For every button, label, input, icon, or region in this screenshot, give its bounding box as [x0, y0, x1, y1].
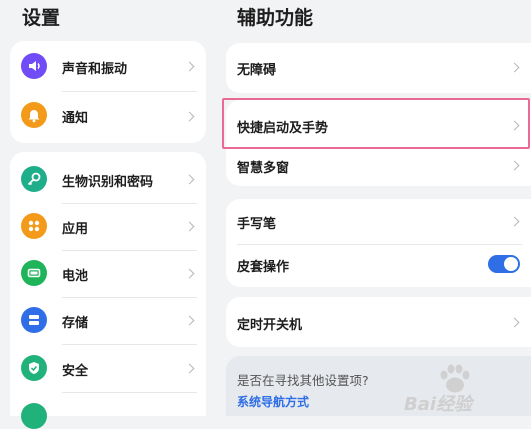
settings-item-label: 皮套操作 [237, 260, 290, 275]
chevron-right-icon [509, 160, 520, 171]
settings-item-storage[interactable]: 存储 [10, 298, 206, 344]
battery-icon [21, 260, 47, 286]
settings-item-label: 智慧多窗 [237, 161, 290, 176]
settings-item-label: 生物识别和密码 [62, 175, 154, 190]
settings-item-label: 电池 [62, 269, 89, 284]
chevron-right-icon [184, 111, 195, 122]
settings-item-biometrics[interactable]: 生物识别和密码 [10, 155, 206, 203]
settings-item-label: 应用 [62, 222, 89, 237]
storage-icon [21, 307, 47, 333]
suggestion-question: 是否在寻找其他设置项? [237, 373, 369, 388]
settings-item-label: 手写笔 [237, 217, 277, 232]
settings-item-sound[interactable]: 声音和振动 [10, 41, 206, 91]
section-title: 辅助功能 [237, 7, 314, 29]
cover-operation-toggle[interactable] [488, 255, 520, 273]
highlight-box [222, 98, 530, 149]
shield-icon [21, 355, 47, 381]
bell-icon [21, 102, 47, 128]
settings-item-battery[interactable]: 电池 [10, 251, 206, 297]
page-title: 设置 [22, 7, 61, 29]
chevron-right-icon [184, 221, 195, 232]
chevron-right-icon [184, 174, 195, 185]
watermark-text: Bai经验 [404, 394, 473, 415]
speaker-icon [21, 53, 47, 79]
chevron-right-icon [184, 315, 195, 326]
settings-item-notifications[interactable]: 通知 [10, 92, 206, 142]
partial-item-icon [21, 403, 47, 429]
apps-icon [21, 213, 47, 239]
chevron-right-icon [509, 216, 520, 227]
toggle-knob [504, 257, 518, 271]
settings-item-cover-operation: 皮套操作 [226, 245, 531, 287]
divider [62, 392, 197, 393]
settings-item-smart-window[interactable]: 智慧多窗 [226, 149, 531, 185]
settings-item-label: 声音和振动 [62, 62, 128, 77]
settings-item-accessibility[interactable]: 无障碍 [226, 43, 531, 93]
settings-item-security[interactable]: 安全 [10, 345, 206, 391]
chevron-right-icon [509, 62, 520, 73]
system-navigation-link[interactable]: 系统导航方式 [237, 393, 309, 410]
chevron-right-icon [184, 61, 195, 72]
settings-item-label: 无障碍 [237, 63, 277, 78]
settings-item-scheduled-power[interactable]: 定时开关机 [226, 297, 531, 347]
settings-item-label: 存储 [62, 316, 89, 331]
chevron-right-icon [184, 268, 195, 279]
settings-item-stylus[interactable]: 手写笔 [226, 199, 531, 244]
settings-item-label: 安全 [62, 364, 89, 379]
chevron-right-icon [184, 363, 195, 374]
settings-item-label: 定时开关机 [237, 318, 303, 333]
chevron-right-icon [509, 317, 520, 328]
key-icon [21, 166, 47, 192]
settings-item-label: 通知 [62, 111, 89, 126]
settings-item-apps[interactable]: 应用 [10, 204, 206, 250]
